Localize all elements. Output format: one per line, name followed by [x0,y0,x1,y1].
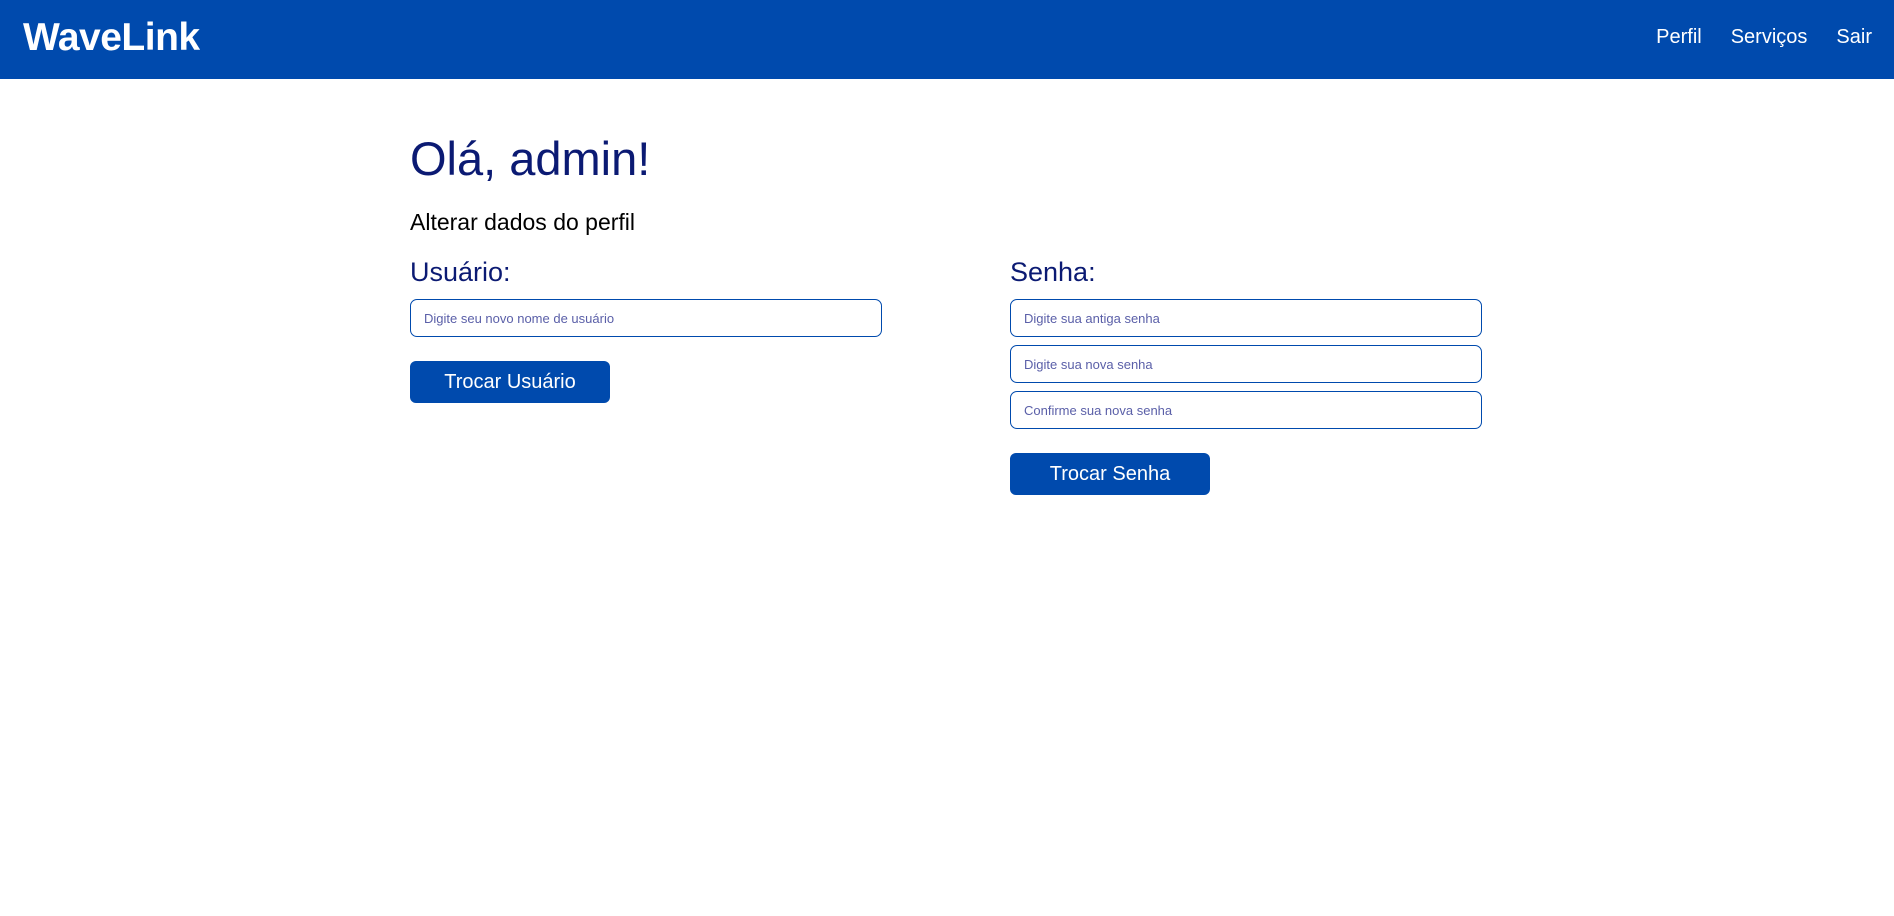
navbar: WaveLink Perfil Serviços Sair [0,0,1894,79]
page-subtitle: Alterar dados do perfil [410,209,636,235]
change-username-button[interactable]: Trocar Usuário [410,361,610,403]
nav-links: Perfil Serviços Sair [1656,26,1872,49]
user-section-title: Usuário: [410,257,511,287]
password-section-title: Senha: [1010,257,1096,287]
user-section: Usuário: Trocar Usuário [410,254,882,403]
brand-logo[interactable]: WaveLink [23,18,200,57]
change-password-button[interactable]: Trocar Senha [1010,453,1210,495]
nav-link-sair[interactable]: Sair [1836,26,1872,49]
password-section: Senha: Trocar Senha [1010,254,1482,495]
nav-link-perfil[interactable]: Perfil [1656,26,1702,49]
new-password-input[interactable] [1010,345,1482,383]
greeting-title: Olá, admin! [410,132,651,185]
confirm-password-input[interactable] [1010,391,1482,429]
username-input[interactable] [410,299,882,337]
old-password-input[interactable] [1010,299,1482,337]
nav-link-servicos[interactable]: Serviços [1731,26,1808,49]
